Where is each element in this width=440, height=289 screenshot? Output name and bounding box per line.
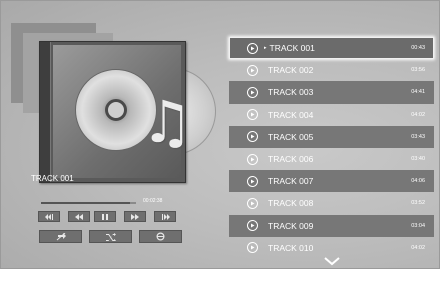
rewind-fast-button[interactable]: [38, 211, 60, 222]
track-name: TRACK 006: [268, 154, 314, 165]
shuffle-icon: [105, 232, 116, 241]
play-circle-icon: [247, 86, 258, 98]
track-row[interactable]: TRACK 004 04:02: [229, 104, 434, 126]
now-playing-indicator-icon: ▸: [264, 45, 267, 52]
track-row[interactable]: ▸ TRACK 001 00:43: [229, 37, 434, 60]
track-row[interactable]: TRACK 005 03:43: [229, 125, 434, 148]
play-circle-icon: [247, 131, 258, 143]
shuffle-button[interactable]: [89, 230, 132, 243]
track-duration: 04:02: [411, 111, 425, 118]
track-name: TRACK 002: [268, 65, 314, 76]
cd-case-spine: [40, 42, 51, 182]
repeat-off-button[interactable]: [39, 230, 82, 243]
track-name: TRACK 005: [268, 131, 314, 142]
now-playing-title: TRACK 001: [31, 174, 74, 183]
play-circle-icon: [247, 242, 258, 254]
track-row[interactable]: TRACK 006 03:40: [229, 148, 434, 170]
chevron-down-icon[interactable]: [324, 256, 340, 266]
pause-button[interactable]: [94, 211, 116, 222]
track-duration: 03:43: [411, 133, 425, 140]
fast-forward-button[interactable]: [124, 211, 146, 222]
play-circle-icon: [247, 109, 258, 121]
repeat-one-icon: [156, 232, 165, 241]
repeat-off-icon: [56, 232, 66, 240]
fast-forward-icon: [131, 213, 139, 220]
track-row[interactable]: TRACK 002 03:56: [229, 59, 434, 81]
track-duration: 03:56: [411, 67, 425, 74]
music-note-icon: ♫: [141, 88, 193, 156]
track-name: TRACK 003: [268, 87, 314, 98]
fast-forward-fast-icon: [161, 213, 170, 220]
disc-hole: [105, 99, 127, 121]
track-name: TRACK 004: [268, 109, 314, 120]
music-player-screen: ♫ TRACK 001 00:02:38 ▸ TRACK 001 00:43 TRAC…: [0, 0, 440, 269]
track-row[interactable]: TRACK 003 04:41: [229, 81, 434, 104]
track-row[interactable]: TRACK 009 03:04: [229, 214, 434, 237]
repeat-one-button[interactable]: [139, 230, 182, 243]
progress-fill: [41, 202, 131, 204]
track-name: TRACK 001: [269, 43, 315, 54]
rewind-icon: [75, 213, 83, 220]
track-name: TRACK 008: [268, 198, 314, 209]
track-name: TRACK 007: [268, 176, 314, 187]
cd-cover: ♫: [53, 45, 193, 178]
play-circle-icon: [247, 175, 258, 187]
progress-bar[interactable]: [41, 202, 136, 204]
track-duration: 03:04: [411, 222, 425, 229]
album-art: ♫: [11, 23, 216, 183]
track-duration: 00:43: [411, 45, 425, 52]
fast-forward-fast-button[interactable]: [154, 211, 176, 222]
play-circle-icon: [247, 64, 258, 76]
track-duration: 03:40: [411, 156, 425, 163]
track-row[interactable]: TRACK 007 04:06: [229, 170, 434, 193]
track-duration: 04:41: [411, 89, 425, 96]
elapsed-time: 00:02:38: [143, 198, 163, 204]
rewind-fast-icon: [44, 213, 53, 220]
track-name: TRACK 010: [268, 242, 314, 253]
pause-icon: [102, 213, 108, 220]
track-name: TRACK 009: [268, 220, 314, 231]
track-duration: 04:06: [411, 178, 425, 185]
cd-case-icon: ♫: [39, 41, 193, 183]
play-circle-icon: [247, 197, 258, 209]
play-circle-icon: [247, 42, 258, 54]
track-duration: 04:02: [411, 244, 425, 251]
track-list: ▸ TRACK 001 00:43 TRACK 002 03:56 TRACK 003 04…: [229, 37, 434, 259]
play-circle-icon: [247, 153, 258, 165]
track-duration: 03:52: [411, 200, 425, 207]
play-circle-icon: [247, 220, 258, 232]
rewind-button[interactable]: [68, 211, 90, 222]
track-row[interactable]: TRACK 008 03:52: [229, 192, 434, 214]
